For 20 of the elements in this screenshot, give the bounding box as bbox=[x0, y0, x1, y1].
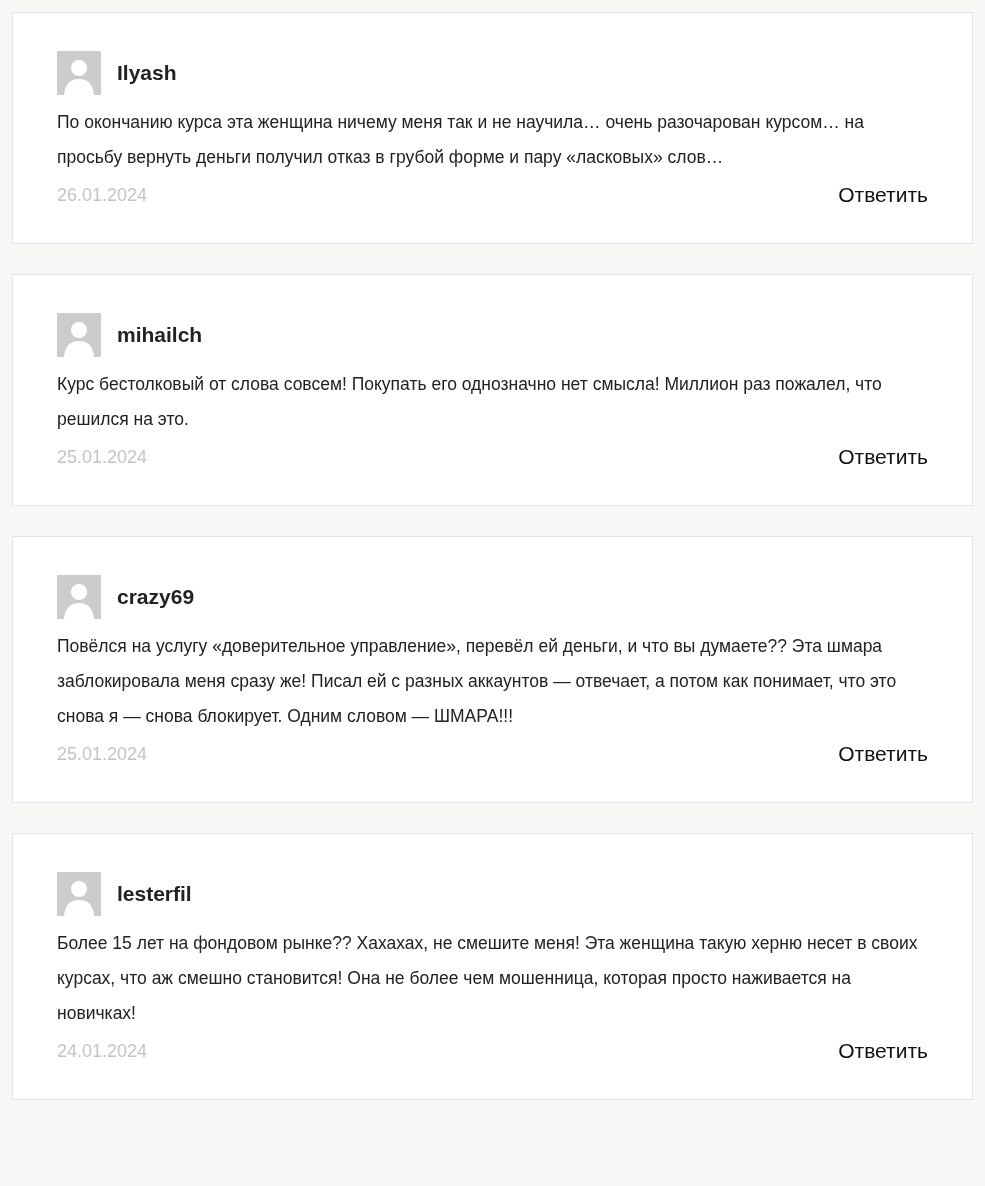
author-name: mihailch bbox=[117, 323, 203, 347]
reply-link[interactable]: Ответить bbox=[838, 1039, 928, 1063]
comment-date: 25.01.2024 bbox=[57, 446, 148, 468]
comment-date: 24.01.2024 bbox=[57, 1040, 148, 1062]
comment-date: 25.01.2024 bbox=[57, 743, 148, 765]
comment-date: 26.01.2024 bbox=[57, 184, 148, 206]
reply-link[interactable]: Ответить bbox=[838, 742, 928, 766]
reply-link[interactable]: Ответить bbox=[838, 183, 928, 207]
avatar-icon bbox=[57, 51, 101, 95]
comment-text: Курс бестолковый от слова совсем! Покупать его однозначно нет смысла! Миллион раз пожалел, что решился на это. bbox=[57, 373, 883, 431]
author-name: lesterfil bbox=[117, 882, 192, 906]
avatar-icon bbox=[57, 575, 101, 619]
comment-text: По окончанию курса эта женщина ничему меня так и не научила… очень разочарован курсом… на просьбу вернуть деньги получил отказ в грубой форме и пару «ласковых» слов… bbox=[57, 111, 865, 169]
comment-text: Повёлся на услугу «доверительное управление», перевёл ей деньги, и что вы думаете?? Эта шмара заблокировала меня сразу же! Писал ей с разных аккаунтов — отвечает, а потом как понимает, что это снова я — снова блокирует. Одним словом — ШМАРА!!! bbox=[57, 635, 898, 728]
author-name: crazy69 bbox=[117, 585, 195, 609]
avatar-icon bbox=[57, 313, 101, 357]
reply-link[interactable]: Ответить bbox=[838, 445, 928, 469]
comment-text: Более 15 лет на фондовом рынке?? Хахахах, не смешите меня! Эта женщина такую херню несет в своих курсах, что аж смешно становится! Она не более чем мошенница, которая просто наживается на новичках! bbox=[57, 932, 919, 1025]
author-name: Ilyash bbox=[117, 61, 177, 85]
avatar-icon bbox=[57, 872, 101, 916]
